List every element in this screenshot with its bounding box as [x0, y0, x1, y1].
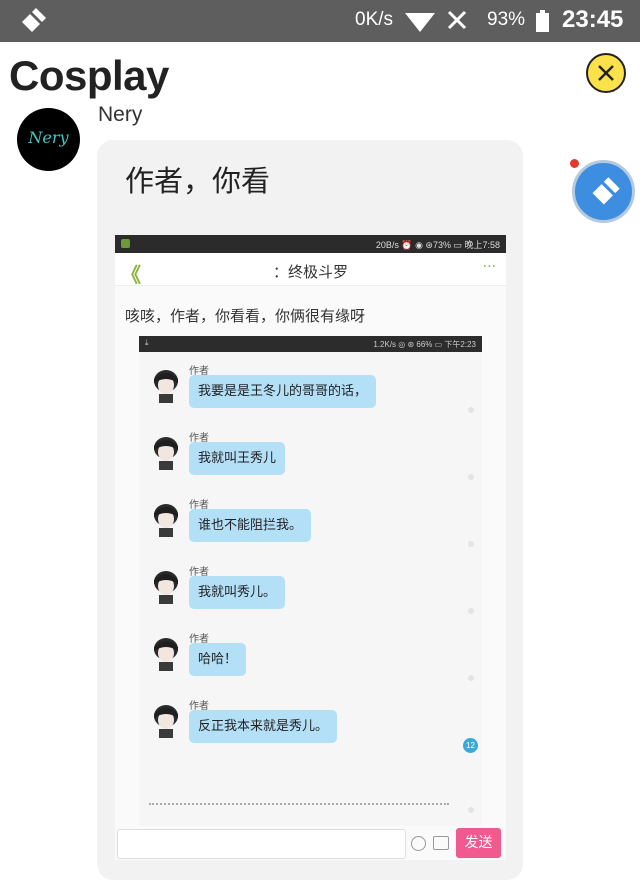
page-title: Cosplay [9, 52, 169, 99]
sender-name: Nery [98, 104, 143, 126]
message-text: 作者，你看 [125, 164, 271, 198]
side-dot [468, 541, 474, 547]
author-avatar [154, 638, 178, 671]
nested-message-row: 作者 哈哈！ [139, 630, 482, 690]
floating-cleaner-button[interactable] [572, 160, 635, 223]
battery-icon [536, 10, 549, 32]
broom-icon [592, 177, 620, 205]
author-avatar [154, 370, 178, 403]
nested-message-bubble: 哈哈！ [189, 643, 247, 676]
more-icon: ··· [482, 259, 496, 275]
unread-badge: 12 [463, 738, 478, 753]
embedded-message-input [117, 829, 406, 859]
embedded-screenshot[interactable]: 20B/s ⏰ ◉ ⊛73% ▭ 晚上7:58 《 ：终极斗罗 ··· 咳咳，作… [115, 235, 506, 860]
embedded-send-button: 发送 [456, 828, 501, 858]
avatar[interactable]: Nery [17, 108, 80, 171]
nested-message-row: 作者 我就叫王秀儿 [139, 429, 482, 489]
image-icon [433, 836, 449, 850]
nested-message-row: 作者 我就叫秀儿。 [139, 563, 482, 623]
side-dot [468, 675, 474, 681]
close-button[interactable] [586, 53, 626, 93]
close-icon [598, 65, 614, 81]
nested-message-row: 作者 谁也不能阻拦我。 [139, 496, 482, 556]
author-avatar [154, 705, 178, 738]
cleaner-app-icon [22, 8, 46, 32]
embedded-status-info: 20B/s ⏰ ◉ ⊛73% ▭ 晚上7:58 [375, 240, 500, 250]
embedded-nav-bar: 《 ：终极斗罗 ··· [115, 253, 506, 287]
nested-message-bubble: 我要是是王冬儿的哥哥的话， [189, 375, 377, 408]
nested-message-row: 作者 反正我本来就是秀儿。 [139, 697, 482, 757]
notification-dot [570, 159, 579, 168]
emoji-icon [411, 836, 426, 851]
side-dot [468, 407, 474, 413]
side-dot [468, 474, 474, 480]
status-bar: 0K/s 93% 23:45 [0, 0, 640, 42]
no-signal-icon [447, 10, 467, 30]
nested-message-bubble: 我就叫秀儿。 [189, 576, 286, 609]
author-avatar [154, 437, 178, 470]
author-avatar [154, 571, 178, 604]
nested-message-bubble: 反正我本来就是秀儿。 [189, 710, 338, 743]
nested-message-row: 作者 我要是是王冬儿的哥哥的话， [139, 362, 482, 422]
embedded-chat-title: ：终极斗罗 [272, 263, 348, 281]
side-dot [468, 807, 474, 813]
clock: 23:45 [562, 6, 624, 33]
nested-status-bar: ⤓ 1.2K/s ◎ ⊛ 66% ▭ 下午2:23 [139, 336, 482, 352]
avatar-logo-text: Nery [28, 128, 69, 147]
embedded-first-message: 咳咳，作者，你看看，你俩很有缘呀 [125, 307, 366, 325]
nested-message-bubble: 我就叫王秀儿 [189, 442, 286, 475]
side-dot [468, 608, 474, 614]
download-icon: ⤓ [145, 338, 149, 347]
battery-percent: 93% [487, 9, 526, 30]
nested-screenshot: ⤓ 1.2K/s ◎ ⊛ 66% ▭ 下午2:23 作者 我要是是王冬儿的哥哥的话… [139, 336, 482, 860]
nested-status-info: 1.2K/s ◎ ⊛ 66% ▭ 下午2:23 [373, 340, 476, 349]
network-speed: 0K/s [355, 9, 394, 30]
nested-message-bubble: 谁也不能阻拦我。 [189, 509, 312, 542]
embedded-input-bar: 发送 [115, 826, 506, 860]
app-indicator-icon [121, 239, 130, 248]
embedded-status-bar: 20B/s ⏰ ◉ ⊛73% ▭ 晚上7:58 [115, 235, 506, 253]
author-avatar [154, 504, 178, 537]
dotted-divider [149, 803, 449, 805]
wifi-icon [405, 13, 435, 32]
